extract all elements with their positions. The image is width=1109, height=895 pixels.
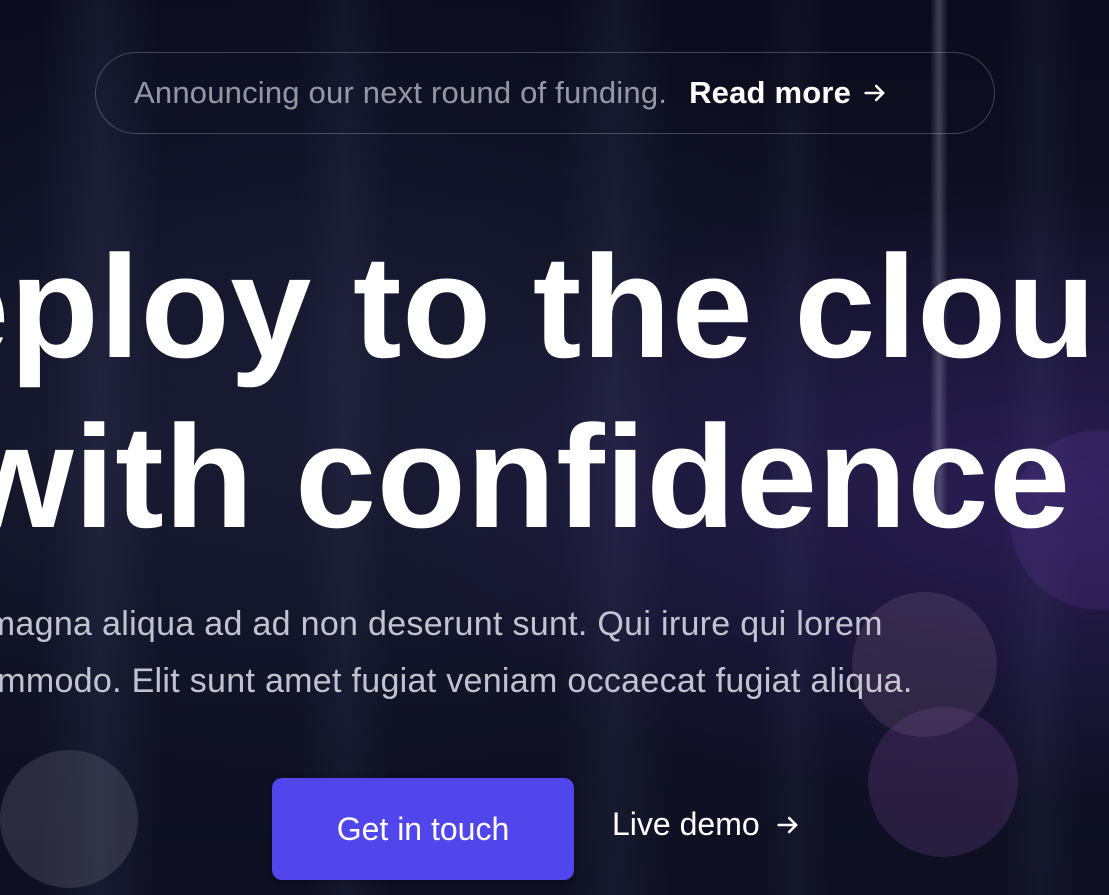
arrow-right-icon [777,816,798,833]
headline-line-1: eploy to the clou [0,225,1097,388]
arrow-right-icon [864,84,885,102]
hero-section: Announcing our next round of funding. Re… [0,0,1109,895]
get-in-touch-button[interactable]: Get in touch [272,778,574,880]
background-bokeh [0,750,138,888]
announcement-banner: Announcing our next round of funding. Re… [95,52,995,134]
announcement-text: Announcing our next round of funding. [134,75,668,110]
live-demo-link[interactable]: Live demo [612,806,802,843]
description-line-2: ommodo. Elit sunt amet fugiat veniam occ… [0,662,913,700]
hero-description: id magna aliqua ad ad non deserunt sunt.… [0,596,913,710]
background-bokeh [868,707,1018,857]
read-more-label: Read more [689,75,852,110]
hero-headline: eploy to the clou with confidence [0,222,1096,562]
live-demo-label: Live demo [612,806,760,842]
read-more-link[interactable]: Read more [689,75,889,111]
headline-line-2: with confidence [0,395,1071,558]
description-line-1: id magna aliqua ad ad non deserunt sunt.… [0,605,883,643]
